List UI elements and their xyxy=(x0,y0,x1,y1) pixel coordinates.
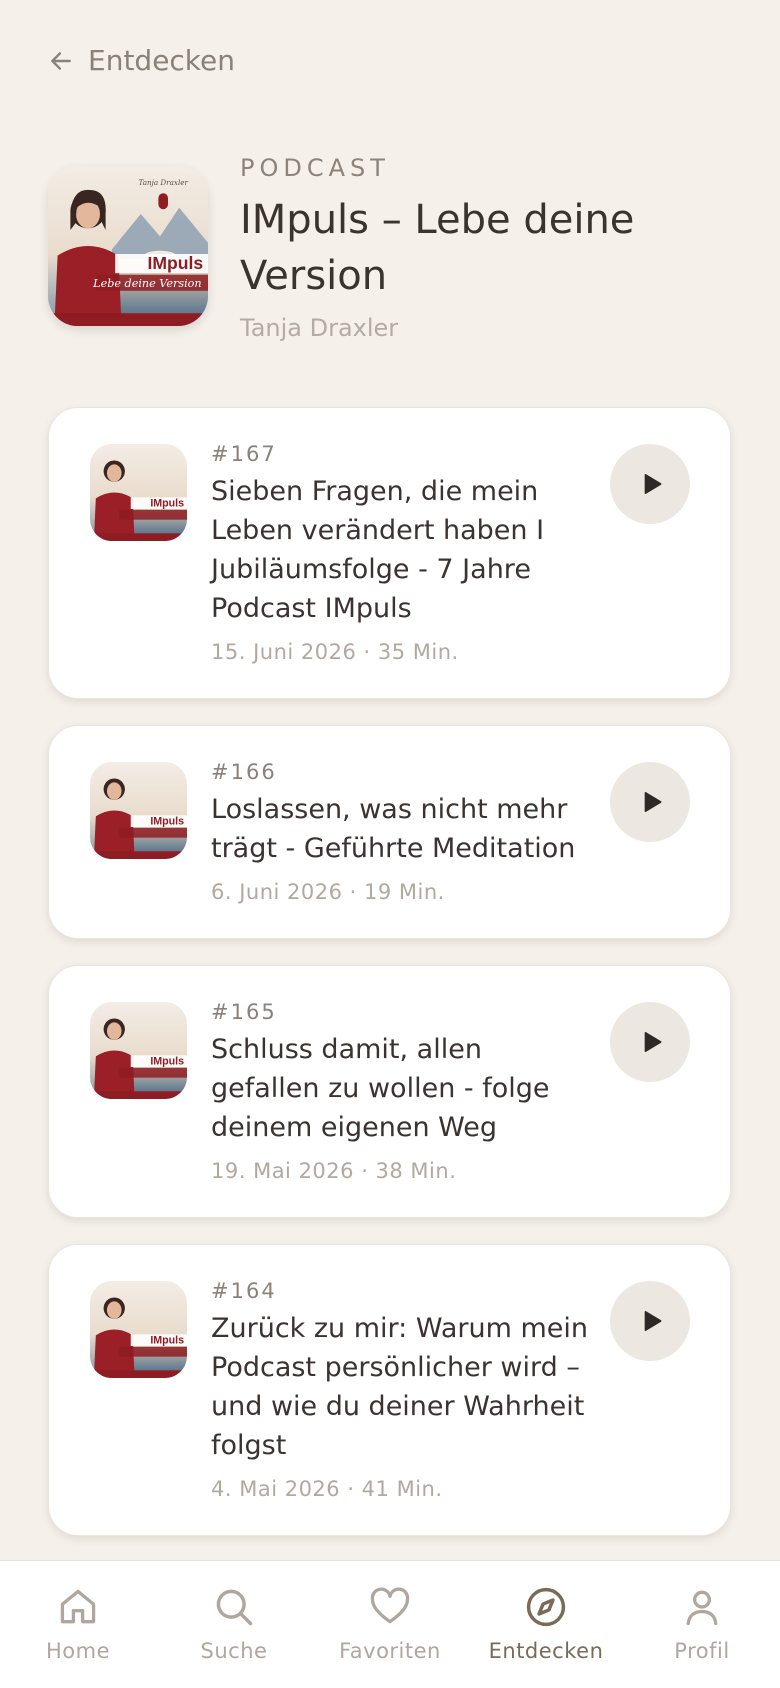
podcast-author: Tanja Draxler xyxy=(240,314,399,342)
podcast-kicker: PODCAST xyxy=(240,154,390,182)
episode-cover: IMpuls xyxy=(90,444,187,541)
episode-title: Sieben Fragen, die mein Leben verändert … xyxy=(211,476,545,624)
svg-text:IMpuls: IMpuls xyxy=(150,1335,184,1347)
episode-meta: 19. Mai 2026 · 38 Min. xyxy=(211,1159,457,1183)
heart-icon xyxy=(370,1587,410,1624)
episode-title: Loslassen, was nicht mehr trägt - Geführ… xyxy=(211,794,576,864)
svg-text:IMpuls: IMpuls xyxy=(150,498,184,510)
person-icon xyxy=(686,1590,718,1626)
svg-text:IMpuls: IMpuls xyxy=(150,1056,184,1068)
svg-text:Lebe deine Version: Lebe deine Version xyxy=(92,277,201,290)
tab-home[interactable]: Home xyxy=(3,1585,153,1663)
play-button[interactable] xyxy=(610,762,690,842)
episode-cover: IMpuls xyxy=(90,762,187,859)
svg-text:IMpuls: IMpuls xyxy=(147,253,203,273)
bottom-tab-bar: Home Suche Favoriten Entdecken Profil xyxy=(0,1560,780,1688)
episode-meta: 4. Mai 2026 · 41 Min. xyxy=(211,1477,443,1501)
podcast-title: IMpuls – Lebe deine Version xyxy=(240,197,635,299)
svg-text:Tanja Draxler: Tanja Draxler xyxy=(138,178,188,187)
episode-card[interactable]: IMpuls #164 Zurück zu mir: Warum mein Po… xyxy=(48,1244,731,1536)
play-icon xyxy=(644,473,662,495)
episode-title: Zurück zu mir: Warum mein Podcast persön… xyxy=(211,1313,588,1461)
tab-search[interactable]: Suche xyxy=(159,1585,309,1663)
tab-label: Entdecken xyxy=(488,1639,604,1663)
episode-cover: IMpuls xyxy=(90,1281,187,1378)
compass-icon xyxy=(526,1587,566,1627)
podcast-detail-screen: Entdecken IMpuls Lebe deine Version Tanj… xyxy=(0,0,780,1688)
play-icon xyxy=(644,1031,662,1053)
play-icon xyxy=(644,791,662,813)
back-label: Entdecken xyxy=(88,44,235,77)
home-icon xyxy=(60,1589,96,1624)
play-button[interactable] xyxy=(610,1002,690,1082)
tab-label: Suche xyxy=(200,1639,268,1663)
play-button[interactable] xyxy=(610,1281,690,1361)
episode-cover: IMpuls xyxy=(90,1002,187,1099)
podcast-header: IMpuls Lebe deine Version Tanja Draxler … xyxy=(48,150,740,342)
podcast-cover: IMpuls Lebe deine Version Tanja Draxler xyxy=(48,166,208,326)
episode-list: IMpuls #167 Sieben Fragen, die mein Lebe… xyxy=(48,407,731,1562)
arrow-left-icon xyxy=(51,51,71,70)
podcast-info: PODCAST IMpuls – Lebe deine Version Tanj… xyxy=(240,150,740,342)
episode-card[interactable]: IMpuls #166 Loslassen, was nicht mehr tr… xyxy=(48,725,731,939)
tab-label: Home xyxy=(45,1639,110,1663)
episode-title: Schluss damit, allen gefallen zu wollen … xyxy=(211,1034,550,1143)
episode-card[interactable]: IMpuls #167 Sieben Fragen, die mein Lebe… xyxy=(48,407,731,699)
back-button[interactable]: Entdecken xyxy=(48,44,235,77)
tab-favorites[interactable]: Favoriten xyxy=(315,1585,465,1663)
episode-meta: 6. Juni 2026 · 19 Min. xyxy=(211,880,445,904)
tab-label: Favoriten xyxy=(339,1639,441,1663)
tab-discover[interactable]: Entdecken xyxy=(471,1585,621,1663)
episode-card[interactable]: IMpuls #165 Schluss damit, allen gefalle… xyxy=(48,965,731,1218)
episode-meta: 15. Juni 2026 · 35 Min. xyxy=(211,640,459,664)
tab-profile[interactable]: Profil xyxy=(627,1585,777,1663)
play-button[interactable] xyxy=(610,444,690,524)
svg-text:IMpuls: IMpuls xyxy=(150,816,184,828)
search-icon xyxy=(216,1589,253,1626)
play-icon xyxy=(644,1310,662,1332)
tab-label: Profil xyxy=(674,1639,730,1663)
